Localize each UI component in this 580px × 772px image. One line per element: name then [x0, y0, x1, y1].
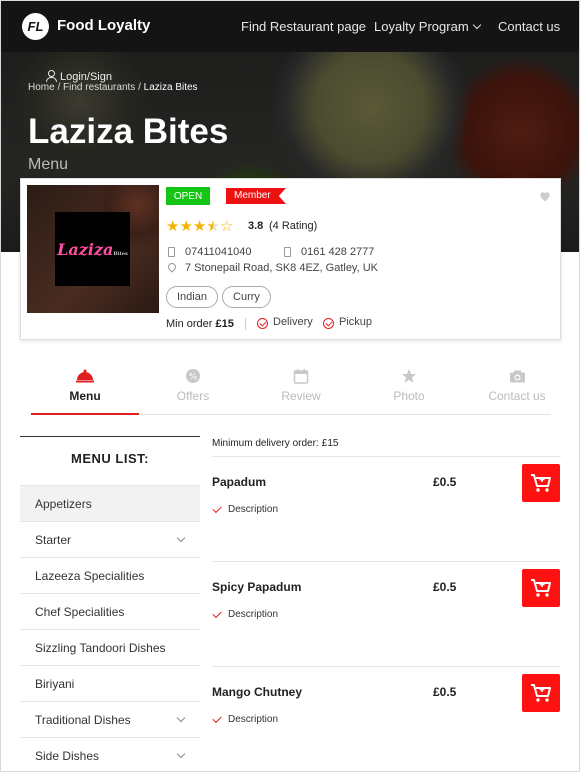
- min-order: Min order £15: [166, 318, 234, 330]
- cuisine-tag-indian[interactable]: Indian: [166, 286, 218, 308]
- star-empty-icon: ☆: [219, 218, 234, 235]
- member-badge: Member: [226, 188, 286, 204]
- restaurant-logo: LazizaBites: [55, 212, 130, 286]
- breadcrumb-home[interactable]: Home: [28, 82, 55, 93]
- star-icon: ★: [179, 218, 193, 235]
- restaurant-image: LazizaBites: [27, 185, 159, 313]
- cuisine-tag-curry[interactable]: Curry: [222, 286, 271, 308]
- delivery-option: Delivery: [273, 316, 313, 328]
- pickup-option: Pickup: [339, 316, 373, 328]
- restaurant-info-card: LazizaBites OPEN Member ★★★★☆ 3.8 (4 Rat…: [20, 178, 561, 340]
- page-title: Laziza Bites: [28, 112, 229, 151]
- rating-value: 3.8: [248, 220, 264, 232]
- rating-count: (4 Rating): [269, 220, 318, 232]
- logo-script: LazizaBites: [57, 239, 128, 259]
- page-subtitle: Menu: [28, 156, 69, 173]
- phone-icon: [168, 247, 175, 257]
- breadcrumb-current: Laziza Bites: [143, 82, 198, 93]
- location-pin-icon: [166, 261, 178, 273]
- phone-icon: [284, 247, 291, 257]
- check-circle-icon: [257, 318, 268, 329]
- phone-number-mobile[interactable]: 07411041040: [185, 246, 251, 258]
- breadcrumb: Home / Find restaurants / Laziza Bites: [28, 82, 198, 93]
- rating-stars: ★★★★☆: [166, 217, 233, 235]
- favorite-heart-icon[interactable]: [538, 189, 552, 203]
- divider: [245, 318, 246, 330]
- star-icon: ★: [166, 218, 180, 235]
- address: 7 Stonepail Road, SK8 4EZ, Gatley, UK: [185, 262, 379, 274]
- star-icon: ★: [192, 218, 207, 235]
- breadcrumb-find-restaurants[interactable]: Find restaurants: [63, 82, 135, 93]
- phone-number-landline[interactable]: 0161 428 2777: [301, 246, 374, 258]
- open-status-badge: OPEN: [166, 187, 210, 205]
- star-half-icon: ★: [206, 218, 220, 235]
- login-link[interactable]: Login/Sign: [46, 69, 112, 83]
- check-circle-icon: [323, 318, 334, 329]
- user-icon: [46, 70, 57, 82]
